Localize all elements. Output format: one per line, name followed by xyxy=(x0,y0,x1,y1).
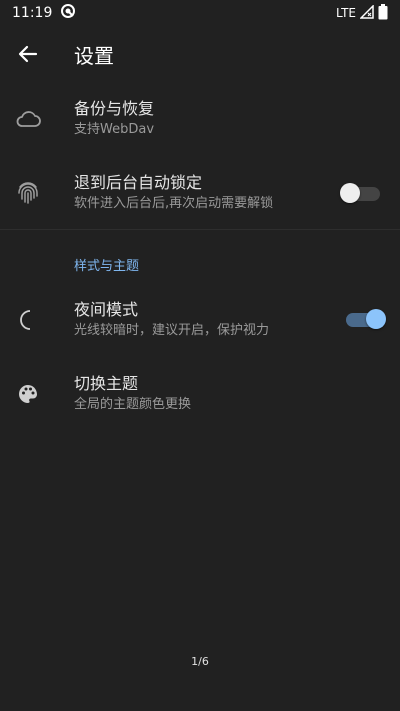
setting-backup-restore[interactable]: 备份与恢复 支持WebDav xyxy=(0,84,400,154)
battery-icon xyxy=(378,3,388,23)
moon-icon xyxy=(20,310,31,330)
palette-icon xyxy=(19,385,37,403)
page-indicator: 1/6 xyxy=(191,655,209,668)
setting-subtitle: 全局的主题颜色更换 xyxy=(74,397,192,412)
setting-title: 切换主题 xyxy=(74,374,139,393)
setting-night-mode[interactable]: 夜间模式 光线较暗时，建议开启，保护视力 xyxy=(0,285,400,355)
status-bar: 11:19 LTE xyxy=(0,0,400,26)
signal-icon xyxy=(359,3,374,22)
page-title: 设置 xyxy=(74,43,114,68)
arrow-back-icon xyxy=(18,45,38,63)
fingerprint-icon xyxy=(18,182,38,204)
divider xyxy=(0,229,400,230)
setting-auto-lock[interactable]: 退到后台自动锁定 软件进入后台后,再次启动需要解锁 xyxy=(0,158,400,228)
section-header: 样式与主题 xyxy=(74,259,140,274)
network-type: LTE xyxy=(336,6,356,20)
auto-lock-toggle[interactable] xyxy=(340,183,380,203)
night-mode-toggle[interactable] xyxy=(346,309,386,329)
setting-switch-theme[interactable]: 切换主题 全局的主题颜色更换 xyxy=(0,359,400,429)
app-bar: 设置 xyxy=(0,26,400,82)
status-time: 11:19 xyxy=(12,5,53,21)
cloud-icon xyxy=(16,111,41,127)
setting-title: 备份与恢复 xyxy=(74,99,155,118)
app-notification-icon xyxy=(60,3,76,23)
setting-subtitle: 支持WebDav xyxy=(74,122,155,137)
back-button[interactable] xyxy=(0,26,56,82)
